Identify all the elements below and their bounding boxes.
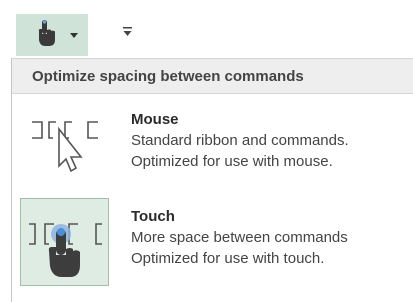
menu-item-touch[interactable]: Touch More space between commands Optimi… xyxy=(12,194,413,289)
customize-qat-icon[interactable] xyxy=(123,27,132,37)
chevron-down-icon xyxy=(70,33,78,38)
mouse-pointer-spacing-icon xyxy=(32,121,98,173)
menu-header-title: Optimize spacing between commands xyxy=(32,68,304,85)
menu-header: Optimize spacing between commands xyxy=(12,59,413,94)
menu-item-title: Touch xyxy=(131,208,175,225)
menu-item-description: Optimized for use with mouse. xyxy=(131,153,333,170)
menu-item-description: More space between commands xyxy=(131,229,348,246)
menu-item-mouse[interactable]: Mouse Standard ribbon and commands. Opti… xyxy=(12,102,413,190)
quick-access-toolbar xyxy=(0,0,413,58)
touch-finger-spacing-icon xyxy=(29,223,102,277)
menu-item-title: Mouse xyxy=(131,111,179,128)
touch-mouse-mode-button[interactable] xyxy=(16,14,88,56)
touch-mouse-mode-menu: Optimize spacing between commands Mouse … xyxy=(11,58,413,302)
touch-mode-text: Touch More space between commands Optimi… xyxy=(131,207,348,269)
touch-hand-icon xyxy=(38,20,55,46)
menu-item-description: Optimized for use with touch. xyxy=(131,250,325,267)
mouse-mode-icon-box xyxy=(20,102,109,190)
touch-mode-icon-box xyxy=(20,198,109,286)
mouse-mode-text: Mouse Standard ribbon and commands. Opti… xyxy=(131,110,349,172)
menu-item-description: Standard ribbon and commands. xyxy=(131,132,349,149)
